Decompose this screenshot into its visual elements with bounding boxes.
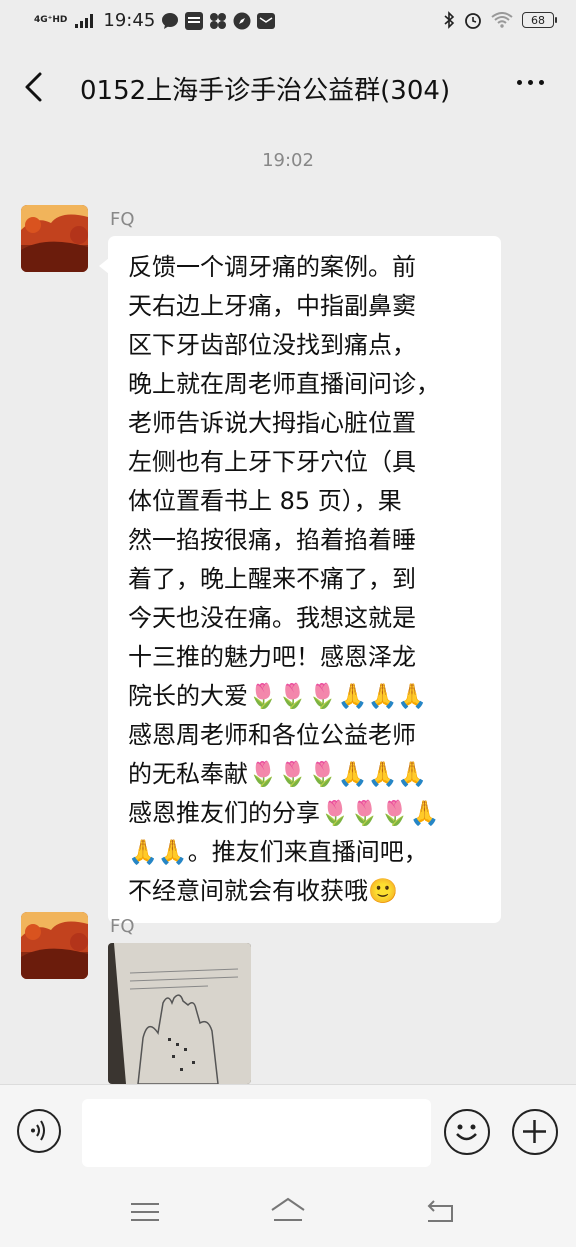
image-message[interactable] xyxy=(108,943,251,1084)
message-line: 感恩推友们的分享🌷🌷🌷🙏 xyxy=(128,799,440,827)
compass-icon xyxy=(233,12,251,29)
pinwheel-icon xyxy=(210,12,227,29)
message-line: 晚上就在周老师直播间问诊， xyxy=(128,370,440,398)
status-bar-right: 68 xyxy=(443,11,557,29)
avatar[interactable] xyxy=(21,205,88,272)
toutiao-icon xyxy=(185,11,204,30)
sender-name: FQ xyxy=(110,209,135,230)
message-input[interactable] xyxy=(82,1099,431,1167)
message-line: 十三推的魅力吧！感恩泽龙 xyxy=(128,643,416,671)
wifi-icon xyxy=(491,12,513,28)
message-line: 天右边上牙痛，中指副鼻窦 xyxy=(128,292,416,320)
system-nav-bar xyxy=(0,1180,576,1247)
bluetooth-icon xyxy=(444,11,455,29)
signal-icon xyxy=(75,13,94,28)
message-line: 体位置看书上 85 页），果 xyxy=(128,487,402,515)
status-bar: 4G⁺HD 19:45 68 xyxy=(0,0,576,44)
message-line: 左侧也有上牙下牙穴位（具 xyxy=(128,448,416,476)
more-dots-icon[interactable] xyxy=(517,80,544,85)
menu-icon[interactable] xyxy=(125,1196,165,1226)
sender-name: FQ xyxy=(110,916,135,937)
message-line: 然一掐按很痛，掐着掐着睡 xyxy=(128,526,416,554)
avatar[interactable] xyxy=(21,912,88,979)
message-icon xyxy=(162,12,179,29)
input-bar xyxy=(0,1084,576,1181)
message-line: 院长的大爱🌷🌷🌷🙏🙏🙏 xyxy=(128,682,428,710)
voice-icon[interactable] xyxy=(17,1109,61,1153)
message-line: 今天也没在痛。我想这就是 xyxy=(128,604,416,632)
alarm-icon xyxy=(465,13,481,29)
message-line: 的无私奉献🌷🌷🌷🙏🙏🙏 xyxy=(128,760,428,788)
message-bubble[interactable]: 反馈一个调牙痛的案例。前 天右边上牙痛，中指副鼻窦 区下牙齿部位没找到痛点， 晚… xyxy=(99,236,501,923)
emoji-icon[interactable] xyxy=(444,1109,490,1155)
back-arrow-icon[interactable] xyxy=(18,66,48,106)
message-line: 区下牙齿部位没找到痛点， xyxy=(128,331,416,359)
status-time: 19:45 xyxy=(103,10,156,31)
message-line: 老师告诉说大拇指心脏位置 xyxy=(128,409,416,437)
chat-header: 0152上海手诊手治公益群(304) xyxy=(0,44,576,128)
message-line: 着了，晚上醒来不痛了，到 xyxy=(128,565,416,593)
back-icon[interactable] xyxy=(420,1196,460,1226)
mail-icon xyxy=(257,12,276,29)
network-indicator: 4G⁺HD xyxy=(34,15,68,25)
message-line: 感恩周老师和各位公益老师 xyxy=(128,721,416,749)
plus-icon[interactable] xyxy=(512,1109,558,1155)
chat-title: 0152上海手诊手治公益群(304) xyxy=(80,76,451,106)
home-icon[interactable] xyxy=(268,1196,308,1226)
message-timestamp: 19:02 xyxy=(262,150,314,171)
message-line: 🙏🙏。推友们来直播间吧， xyxy=(128,838,428,866)
message-line: 不经意间就会有收获哦🙂 xyxy=(128,877,398,905)
battery-icon: 68 xyxy=(522,12,557,28)
status-bar-left: 4G⁺HD 19:45 xyxy=(34,10,276,31)
message-line: 反馈一个调牙痛的案例。前 xyxy=(128,253,416,281)
